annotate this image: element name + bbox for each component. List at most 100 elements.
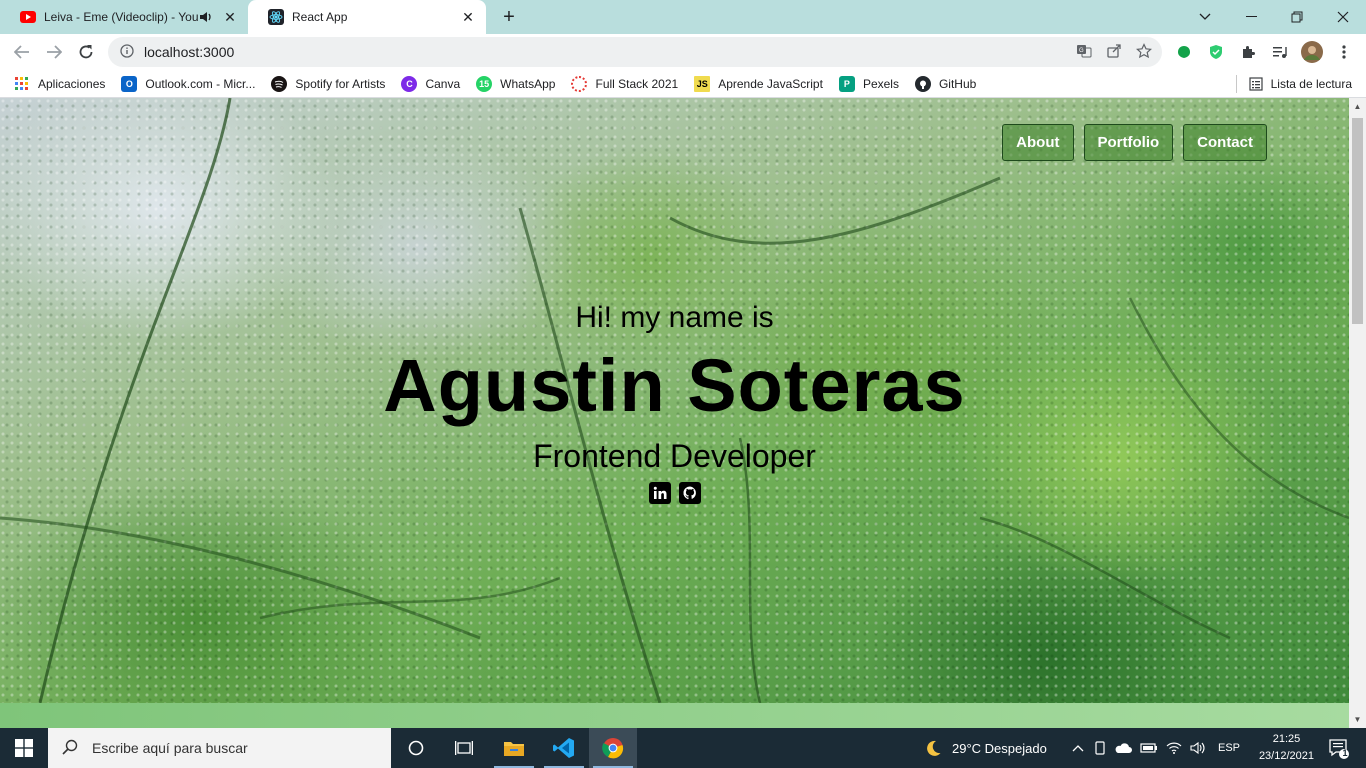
bookmarks-bar: Aplicaciones O Outlook.com - Micr... Spo… (0, 70, 1366, 98)
notification-count: 1 (1342, 748, 1348, 758)
site-nav: About Portfolio Contact (1002, 124, 1267, 161)
moon-icon (924, 739, 942, 757)
fullstack-icon (571, 75, 588, 92)
bookmark-pexels[interactable]: P Pexels (838, 75, 899, 92)
spotify-icon (271, 75, 288, 92)
nav-contact-button[interactable]: Contact (1183, 124, 1267, 161)
bookmark-javascript[interactable]: JS Aprende JavaScript (694, 75, 823, 92)
hero-name: Agustin Soteras (383, 344, 966, 427)
clock-time: 21:25 (1272, 733, 1301, 745)
tab-search-icon[interactable] (1182, 0, 1228, 34)
javascript-icon: JS (694, 75, 711, 92)
restore-button[interactable] (1274, 0, 1320, 34)
share-icon[interactable] (1106, 43, 1122, 62)
hero-intro: Hi! my name is Agustin Soteras Frontend … (0, 298, 1349, 504)
tab-react-app[interactable]: React App ✕ (248, 0, 486, 34)
weather-widget[interactable]: 29°C Despejado (924, 728, 1047, 768)
tab-title: React App (292, 10, 348, 24)
windows-start-icon[interactable] (0, 728, 48, 768)
device-icon[interactable] (1094, 741, 1106, 755)
bookmark-label: Canva (425, 76, 461, 91)
url-text[interactable]: localhost:3000 (144, 44, 234, 60)
bookmark-whatsapp[interactable]: 15 WhatsApp (476, 75, 556, 92)
minimize-button[interactable] (1228, 0, 1274, 34)
tab-title: Leiva - Eme (Videoclip) - YouTube (44, 10, 198, 24)
hero-role: Frontend Developer (533, 438, 816, 474)
onedrive-icon[interactable] (1114, 742, 1132, 754)
task-view-icon[interactable] (440, 728, 488, 768)
tab-youtube[interactable]: Leiva - Eme (Videoclip) - YouTube ✕ (0, 0, 248, 34)
media-control-icon[interactable] (1268, 40, 1292, 64)
bookmark-label: WhatsApp (500, 76, 556, 91)
bookmark-label: GitHub (938, 76, 977, 91)
clock-date: 23/12/2021 (1258, 750, 1314, 762)
page-scrollbar[interactable]: ▲ ▼ (1349, 98, 1366, 728)
search-icon (62, 739, 78, 758)
site-info-icon[interactable] (120, 43, 134, 61)
reload-button[interactable] (72, 38, 100, 66)
language-indicator[interactable]: ESP (1218, 742, 1240, 754)
github-icon[interactable] (678, 482, 701, 504)
bookmark-label: Aprende JavaScript (718, 76, 823, 91)
system-clock[interactable]: 21:25 23/12/2021 (1259, 731, 1314, 765)
nav-about-button[interactable]: About (1002, 124, 1074, 161)
shield-extension-icon[interactable] (1204, 40, 1228, 64)
greeting-text: Hi! my name is (575, 301, 774, 334)
wifi-icon[interactable] (1166, 742, 1182, 754)
close-window-button[interactable] (1320, 0, 1366, 34)
back-button[interactable] (8, 38, 36, 66)
bookmark-outlook[interactable]: O Outlook.com - Micr... (121, 75, 256, 92)
bookmark-aplicaciones[interactable]: Aplicaciones (14, 76, 105, 92)
bookmark-label: Full Stack 2021 (595, 76, 679, 91)
translate-icon[interactable]: G (1076, 43, 1092, 62)
chevron-up-icon[interactable] (1072, 744, 1084, 752)
bookmark-spotify[interactable]: Spotify for Artists (271, 75, 386, 92)
new-tab-button[interactable]: + (498, 6, 520, 28)
kebab-menu-icon[interactable] (1332, 40, 1356, 64)
battery-icon[interactable] (1140, 743, 1158, 753)
address-bar[interactable]: localhost:3000 G (108, 37, 1162, 67)
scroll-down-arrow-icon[interactable]: ▼ (1349, 711, 1366, 728)
bookmark-label: Pexels (862, 76, 899, 91)
reading-list-button[interactable]: Lista de lectura (1235, 70, 1352, 98)
hero-section: About Portfolio Contact Hi! my name is A… (0, 98, 1349, 703)
github-icon (914, 75, 931, 92)
bookmark-star-icon[interactable] (1136, 42, 1152, 62)
close-tab-icon[interactable]: ✕ (222, 9, 238, 25)
windows-taskbar: Escribe aquí para buscar 29°C Despejado (0, 728, 1366, 768)
close-tab-icon[interactable]: ✕ (460, 9, 476, 25)
volume-icon[interactable] (1190, 741, 1206, 755)
notifications-icon[interactable]: 1 (1318, 728, 1358, 768)
weather-text: 29°C Despejado (952, 740, 1047, 756)
canva-icon: C (401, 75, 418, 92)
profile-avatar[interactable] (1300, 40, 1324, 64)
audio-playing-icon[interactable] (198, 9, 214, 25)
green-extension-icon[interactable] (1172, 40, 1196, 64)
bookmark-canva[interactable]: C Canva (401, 75, 461, 92)
bookmark-github[interactable]: GitHub (914, 75, 977, 92)
nav-portfolio-button[interactable]: Portfolio (1083, 124, 1174, 161)
browser-toolbar: localhost:3000 G (0, 34, 1366, 70)
taskbar-search-box[interactable]: Escribe aquí para buscar (48, 728, 391, 768)
divider (1235, 75, 1237, 93)
linkedin-icon[interactable] (648, 482, 671, 504)
file-explorer-icon[interactable] (490, 728, 538, 768)
reading-list-icon (1249, 77, 1263, 91)
svg-text:G: G (1079, 48, 1084, 54)
search-placeholder: Escribe aquí para buscar (92, 740, 248, 756)
react-icon (268, 9, 284, 25)
scroll-up-arrow-icon[interactable]: ▲ (1349, 98, 1366, 115)
outlook-icon: O (121, 75, 138, 92)
vscode-icon[interactable] (540, 728, 588, 768)
chrome-icon[interactable] (589, 728, 637, 768)
youtube-icon (20, 9, 36, 25)
forward-button[interactable] (40, 38, 68, 66)
bookmark-label: Outlook.com - Micr... (145, 76, 256, 91)
extensions-puzzle-icon[interactable] (1236, 40, 1260, 64)
cortana-icon[interactable] (392, 728, 440, 768)
bookmark-full-stack[interactable]: Full Stack 2021 (571, 75, 679, 92)
scroll-thumb[interactable] (1352, 118, 1363, 324)
pexels-icon: P (838, 75, 855, 92)
tab-strip: Leiva - Eme (Videoclip) - YouTube ✕ Reac… (0, 0, 1366, 34)
bookmark-label: Spotify for Artists (295, 76, 386, 91)
